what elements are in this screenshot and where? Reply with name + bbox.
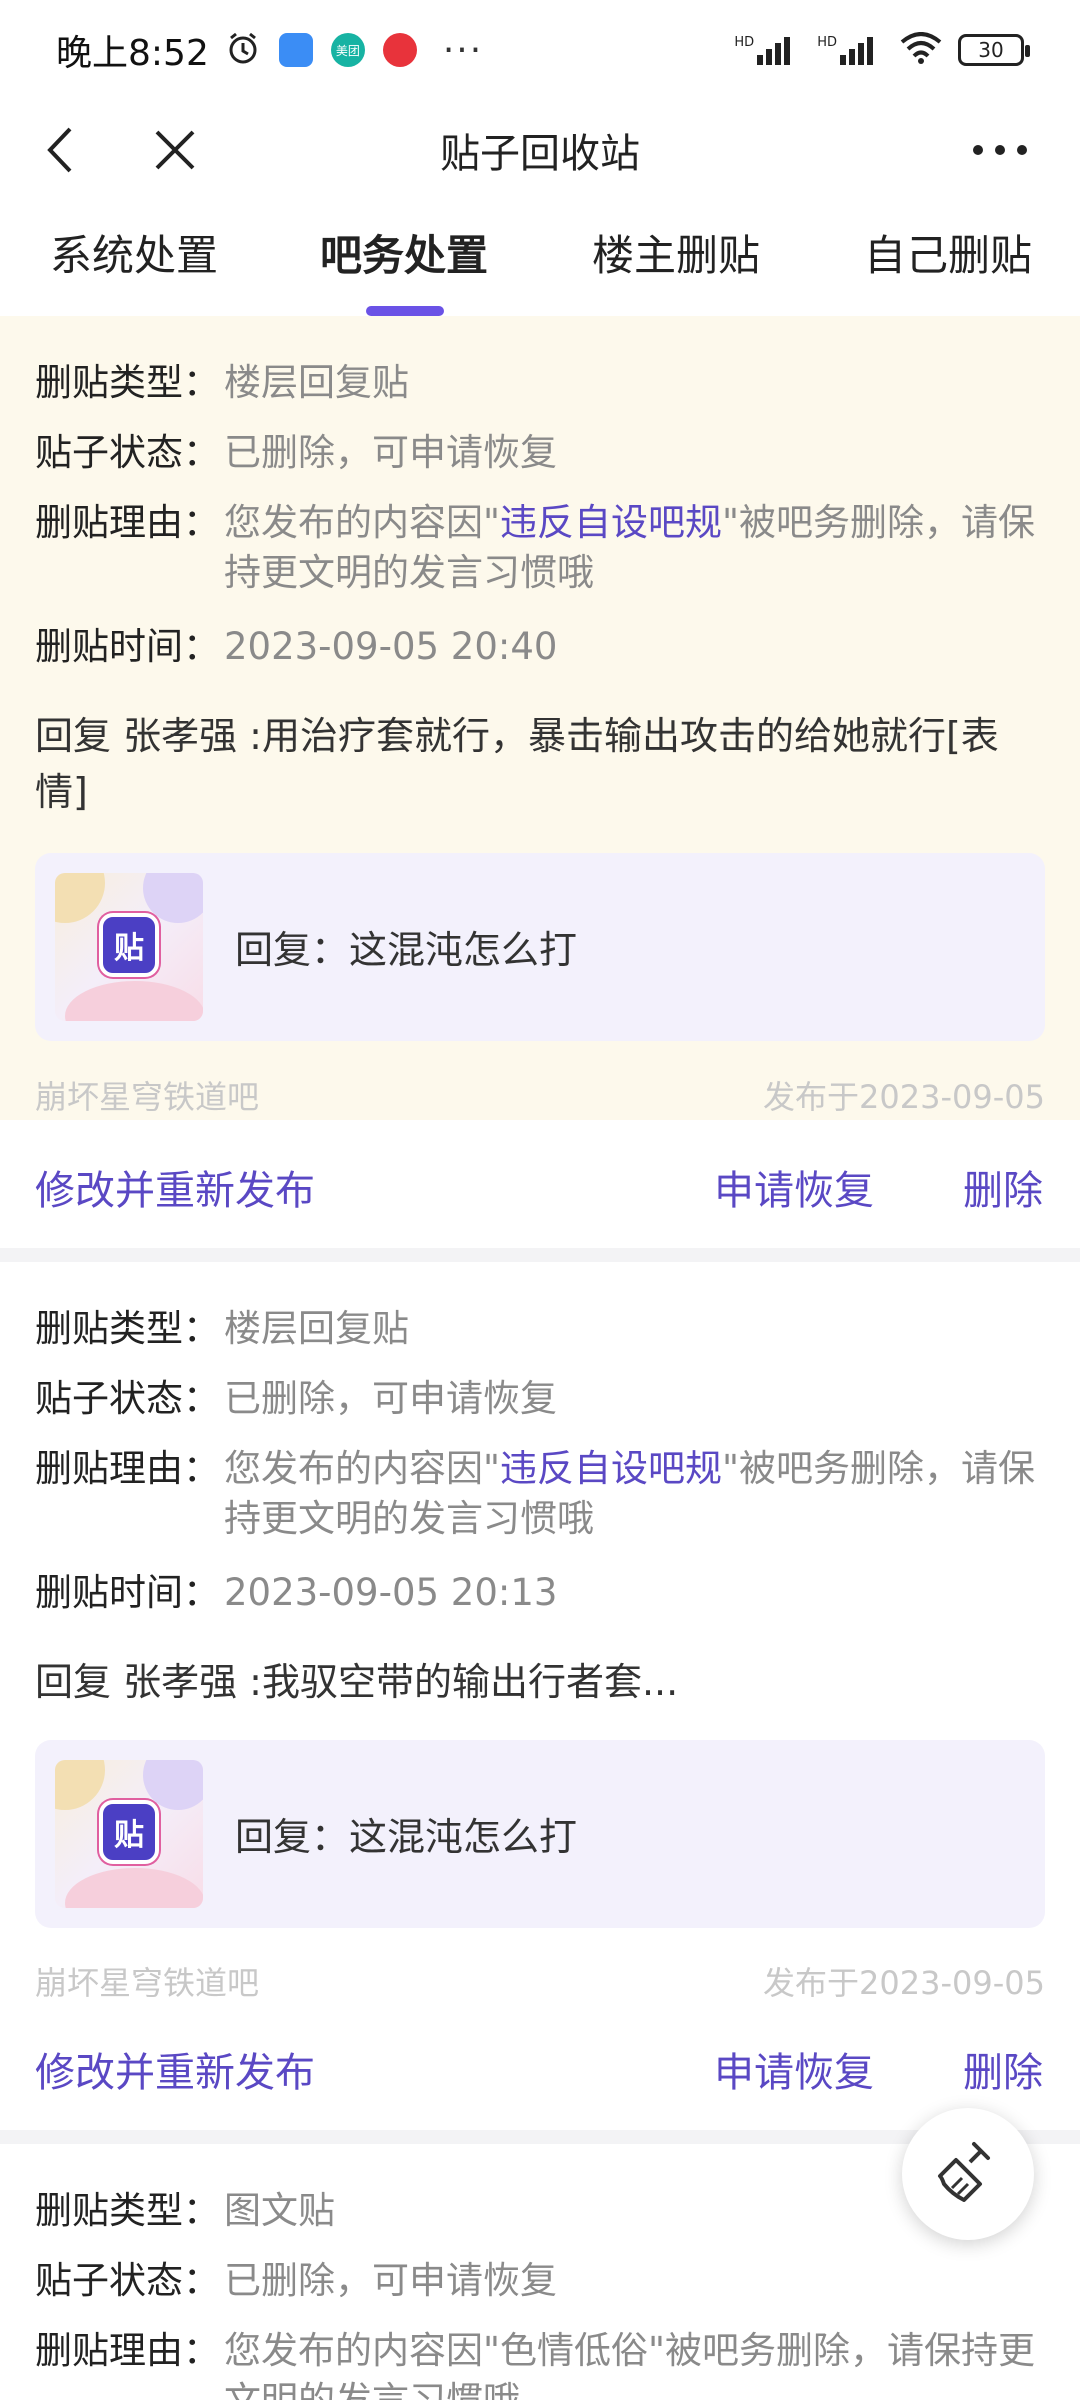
tab-bar: 系统处置 吧务处置 楼主删贴 自己删贴 — [0, 200, 1080, 316]
tab-indicator — [366, 306, 444, 316]
delete-button[interactable]: 删除 — [963, 1158, 1043, 1216]
post-type: 图文贴 — [224, 2189, 335, 2232]
status-right: HD HD 30 — [734, 32, 1030, 68]
quoted-thread[interactable]: 贴 回复：这混沌怎么打 — [35, 1740, 1045, 1928]
reply-content: 回复 张孝强 :用治疗套就行，暴击输出攻击的给她就行[表情] — [35, 714, 999, 814]
post-meta: 崩坏星穹铁道吧 发布于2023-09-05 — [35, 1072, 1045, 1118]
quoted-thread-title: 回复：这混沌怎么打 — [235, 928, 578, 972]
label: 删贴类型： — [35, 2189, 220, 2232]
back-icon[interactable] — [30, 120, 90, 180]
label: 贴子状态： — [35, 2259, 220, 2302]
thread-thumbnail: 贴 — [55, 873, 203, 1021]
reason-text: 您发布的内容因" — [224, 501, 501, 544]
signal-icon-2: HD — [817, 35, 884, 65]
label: 贴子状态： — [35, 1377, 220, 1420]
post-type: 楼层回复贴 — [224, 1307, 409, 1350]
post-time: 2023-09-05 20:13 — [224, 1571, 558, 1614]
post-reason-row: 删贴理由： 您发布的内容因"违反自设吧规"被吧务删除，请保持更文明的发言习惯哦 — [35, 1444, 1045, 1544]
post-meta: 崩坏星穹铁道吧 发布于2023-09-05 — [35, 1958, 1045, 2004]
label: 删贴理由： — [35, 2329, 220, 2372]
rule-link[interactable]: 违反自设吧规 — [500, 1447, 722, 1490]
post-status: 已删除，可申请恢复 — [224, 431, 557, 474]
post-status-row: 贴子状态： 已删除，可申请恢复 — [35, 428, 557, 478]
status-notification-icons: 美团 ··· — [225, 30, 483, 71]
post-time: 2023-09-05 20:40 — [224, 625, 558, 668]
post-status: 已删除，可申请恢复 — [224, 2259, 557, 2302]
reason-text: 您发布的内容因" — [224, 1447, 501, 1490]
publish-date: 发布于2023-09-05 — [763, 1964, 1045, 2002]
post-type-row: 删贴类型： 图文贴 — [35, 2186, 335, 2236]
label: 删贴理由： — [35, 1447, 220, 1490]
post-card[interactable]: 删贴类型： 楼层回复贴 贴子状态： 已删除，可申请恢复 删贴理由： 您发布的内容… — [0, 316, 1080, 1120]
wifi-icon — [900, 32, 942, 68]
post-reason: 您发布的内容因"违反自设吧规"被吧务删除，请保持更文明的发言习惯哦 — [224, 1444, 1045, 1544]
forum-name: 崩坏星穹铁道吧 — [35, 1078, 260, 1116]
post-type-row: 删贴类型： 楼层回复贴 — [35, 1304, 409, 1354]
meituan-icon: 美团 — [330, 33, 365, 67]
quoted-thread[interactable]: 贴 回复：这混沌怎么打 — [35, 853, 1045, 1041]
more-notifications-icon: ··· — [442, 29, 484, 71]
label: 删贴类型： — [35, 361, 220, 404]
post-time-row: 删贴时间： 2023-09-05 20:40 — [35, 622, 557, 672]
publish-date: 发布于2023-09-05 — [763, 1078, 1045, 1116]
post-reason: 您发布的内容因"色情低俗"被吧务删除，请保持更文明的发言习惯哦 — [224, 2329, 1036, 2400]
post-card[interactable]: 删贴类型： 楼层回复贴 贴子状态： 已删除，可申请恢复 删贴理由： 您发布的内容… — [0, 1262, 1080, 2002]
tieba-logo-icon: 贴 — [99, 913, 159, 977]
label: 贴子状态： — [35, 431, 220, 474]
edit-republish-button[interactable]: 修改并重新发布 — [35, 2040, 315, 2098]
tab-self-deleted[interactable]: 自己删贴 — [864, 222, 1032, 283]
post-type: 楼层回复贴 — [224, 361, 409, 404]
label: 删贴时间： — [35, 625, 220, 668]
quoted-thread-title: 回复：这混沌怎么打 — [235, 1815, 578, 1859]
post-status: 已删除，可申请恢复 — [224, 1377, 557, 1420]
post-reason-row: 删贴理由： 您发布的内容因"违反自设吧规"被吧务删除，请保持更文明的发言习惯哦 — [35, 498, 1045, 598]
tab-owner-deleted[interactable]: 楼主删贴 — [592, 222, 760, 283]
post-time-row: 删贴时间： 2023-09-05 20:13 — [35, 1568, 557, 1618]
clean-fab-button[interactable] — [902, 2108, 1034, 2240]
rule-link[interactable]: 违反自设吧规 — [500, 501, 722, 544]
broom-icon — [934, 2138, 1002, 2210]
post-actions: 修改并重新发布 申请恢复 删除 — [0, 1120, 1080, 1248]
post-reason: 您发布的内容因"违反自设吧规"被吧务删除，请保持更文明的发言习惯哦 — [224, 498, 1045, 598]
alarm-icon — [225, 30, 261, 70]
battery-icon: 30 — [958, 34, 1030, 66]
app-notification-icon-red — [382, 33, 417, 67]
delete-button[interactable]: 删除 — [963, 2040, 1043, 2098]
label: 删贴时间： — [35, 1571, 220, 1614]
label: 删贴类型： — [35, 1307, 220, 1350]
post-type-row: 删贴类型： 楼层回复贴 — [35, 358, 409, 408]
close-icon[interactable] — [145, 120, 205, 180]
tab-system[interactable]: 系统处置 — [50, 222, 218, 283]
label: 删贴理由： — [35, 501, 220, 544]
post-status-row: 贴子状态： 已删除，可申请恢复 — [35, 1374, 557, 1424]
restore-button[interactable]: 申请恢复 — [714, 2040, 874, 2098]
post-status-row: 贴子状态： 已删除，可申请恢复 — [35, 2256, 557, 2306]
thread-thumbnail: 贴 — [55, 1760, 203, 1908]
tieba-logo-icon: 贴 — [99, 1800, 159, 1864]
signal-icon: HD — [734, 35, 801, 65]
post-actions: 修改并重新发布 申请恢复 删除 — [0, 2002, 1080, 2130]
tab-moderator[interactable]: 吧务处置 — [320, 222, 488, 283]
edit-republish-button[interactable]: 修改并重新发布 — [35, 1158, 315, 1216]
status-bar: 晚上8:52 美团 ··· HD HD 30 — [0, 0, 1080, 100]
forum-name: 崩坏星穹铁道吧 — [35, 1964, 260, 2002]
signal-hd-label: HD — [734, 35, 755, 50]
reply-content: 回复 张孝强 :我驭空带的输出行者套... — [35, 1660, 679, 1704]
signal-hd-label-2: HD — [817, 35, 837, 50]
post-reason-row: 删贴理由： 您发布的内容因"色情低俗"被吧务删除，请保持更文明的发言习惯哦 — [35, 2326, 1045, 2400]
app-notification-icon — [278, 33, 313, 67]
restore-button[interactable]: 申请恢复 — [714, 1158, 874, 1216]
more-icon[interactable] — [970, 120, 1030, 180]
status-time: 晚上8:52 — [56, 33, 209, 74]
nav-header: 贴子回收站 — [0, 100, 1080, 200]
